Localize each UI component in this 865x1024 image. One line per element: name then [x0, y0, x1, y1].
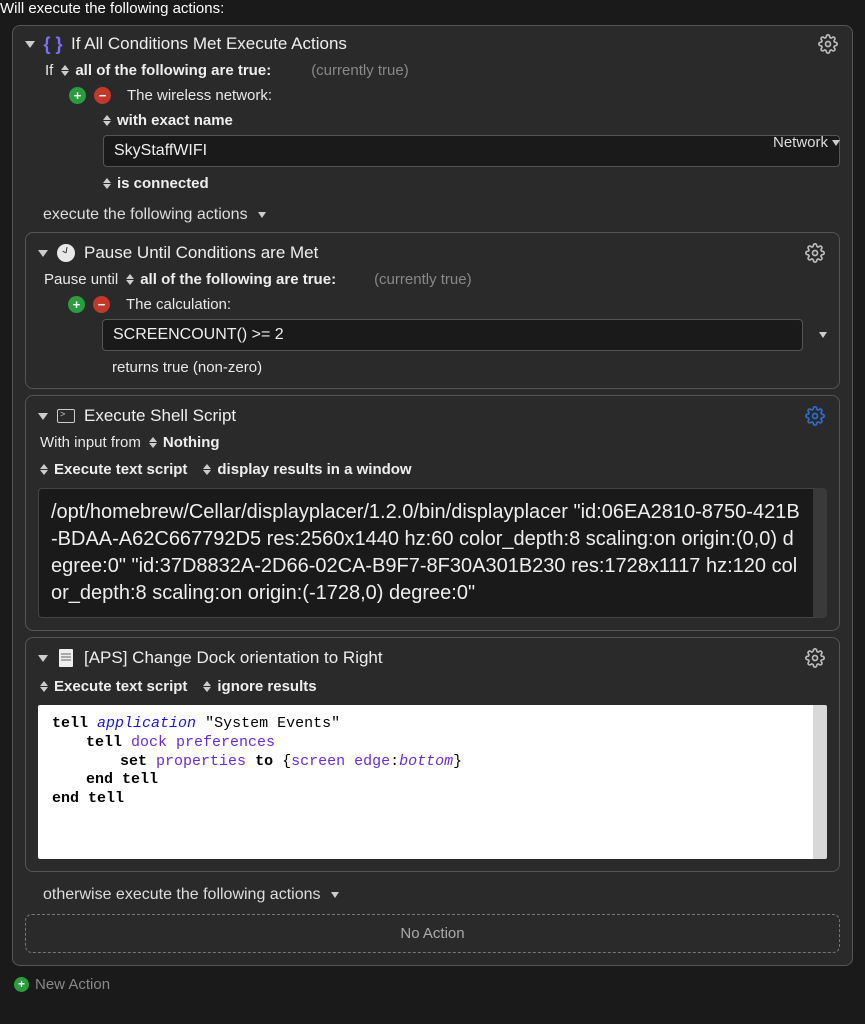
kw-tell: tell — [86, 734, 122, 751]
kw-set: set — [120, 753, 147, 770]
if-action-block: { } If All Conditions Met Execute Action… — [12, 25, 853, 966]
shell-script-text[interactable]: /opt/homebrew/Cellar/displayplacer/1.2.0… — [38, 488, 827, 618]
updown-icon — [203, 681, 211, 692]
collapse-toggle-icon[interactable] — [25, 41, 35, 48]
clock-icon — [56, 243, 76, 263]
input-source-dropdown[interactable]: Nothing — [149, 434, 220, 451]
applescript-action-block: [APS] Change Dock orientation to Right E… — [25, 637, 840, 872]
kw-endtell: end tell — [86, 771, 158, 788]
pause-status: (currently true) — [374, 271, 472, 288]
script-mode-dropdown[interactable]: Execute text script — [40, 461, 187, 478]
execute-actions-label: execute the following actions — [43, 206, 248, 224]
chevron-down-icon[interactable] — [819, 332, 827, 338]
condition-subject: The wireless network: — [127, 87, 272, 104]
string-literal: "System Events" — [205, 715, 340, 732]
calculation-input[interactable] — [102, 319, 803, 351]
terminal-icon — [56, 406, 76, 426]
prop-dock: dock preferences — [131, 734, 275, 751]
pause-until-label: Pause until — [44, 271, 118, 288]
action-title: Execute Shell Script — [84, 406, 236, 426]
script-mode-dropdown[interactable]: Execute text script — [40, 678, 187, 695]
kw-to: to — [255, 753, 273, 770]
pause-mode-label: all of the following are true: — [140, 271, 336, 288]
condition-mode-dropdown[interactable]: all of the following are true: — [61, 62, 271, 79]
match-mode-dropdown[interactable]: with exact name — [103, 112, 233, 129]
gear-icon[interactable] — [805, 648, 825, 668]
chevron-down-icon[interactable] — [331, 892, 339, 898]
script-mode-label: Execute text script — [54, 461, 187, 478]
returns-label: returns true (non-zero) — [112, 359, 262, 376]
if-label: If — [45, 62, 53, 79]
updown-icon — [40, 681, 48, 692]
updown-icon — [126, 274, 134, 285]
kw-tell: tell — [52, 715, 88, 732]
updown-icon — [103, 178, 111, 189]
no-action-dropzone[interactable]: No Action — [25, 914, 840, 953]
enum-bottom: bottom — [399, 753, 453, 770]
remove-condition-button[interactable]: − — [94, 87, 111, 104]
prop-screenedge: screen edge — [291, 753, 390, 770]
results-mode-dropdown[interactable]: display results in a window — [203, 461, 411, 478]
updown-icon — [40, 464, 48, 475]
action-title: If All Conditions Met Execute Actions — [71, 34, 347, 54]
collapse-toggle-icon[interactable] — [38, 655, 48, 662]
connection-state-label: is connected — [117, 175, 209, 192]
kw-application: application — [97, 715, 196, 732]
script-mode-label: Execute text script — [54, 678, 187, 695]
updown-icon — [203, 464, 211, 475]
condition-status: (currently true) — [311, 62, 409, 79]
chevron-down-icon — [832, 140, 840, 146]
gear-icon[interactable] — [818, 34, 838, 54]
results-mode-label: ignore results — [217, 678, 316, 695]
pause-mode-dropdown[interactable]: all of the following are true: — [126, 271, 336, 288]
updown-icon — [61, 65, 69, 76]
collapse-toggle-icon[interactable] — [38, 413, 48, 420]
match-mode-label: with exact name — [117, 112, 233, 129]
action-title: [APS] Change Dock orientation to Right — [84, 648, 383, 668]
connection-state-dropdown[interactable]: is connected — [103, 175, 209, 192]
new-action-button[interactable]: + New Action — [14, 976, 865, 993]
kw-endtell: end tell — [52, 790, 124, 807]
pause-action-block: Pause Until Conditions are Met Pause unt… — [25, 232, 840, 389]
chevron-down-icon[interactable] — [258, 212, 266, 218]
add-condition-button[interactable]: + — [69, 87, 86, 104]
gear-icon[interactable] — [805, 406, 825, 426]
network-dropdown[interactable]: Network — [773, 134, 840, 151]
otherwise-label: otherwise execute the following actions — [43, 886, 321, 904]
network-name-input[interactable] — [103, 135, 840, 167]
condition-mode-label: all of the following are true: — [75, 62, 271, 79]
action-title: Pause Until Conditions are Met — [84, 243, 318, 263]
braces-icon: { } — [43, 34, 63, 54]
shell-action-block: Execute Shell Script With input from Not… — [25, 395, 840, 631]
page-subtitle: Will execute the following actions: — [0, 0, 865, 23]
results-mode-label: display results in a window — [217, 461, 411, 478]
network-dropdown-label: Network — [773, 134, 828, 151]
collapse-toggle-icon[interactable] — [38, 250, 48, 257]
updown-icon — [103, 115, 111, 126]
remove-condition-button[interactable]: − — [93, 296, 110, 313]
document-icon — [56, 648, 76, 668]
updown-icon — [149, 437, 157, 448]
applescript-editor[interactable]: tell application "System Events" tell do… — [38, 705, 827, 859]
results-mode-dropdown[interactable]: ignore results — [203, 678, 316, 695]
prop-properties: properties — [156, 753, 246, 770]
condition-subject: The calculation: — [126, 296, 231, 313]
input-source-label: Nothing — [163, 434, 220, 451]
gear-icon[interactable] — [805, 243, 825, 263]
add-condition-button[interactable]: + — [68, 296, 85, 313]
input-from-label: With input from — [40, 434, 141, 451]
new-action-label: New Action — [35, 976, 110, 993]
plus-icon: + — [14, 977, 29, 992]
